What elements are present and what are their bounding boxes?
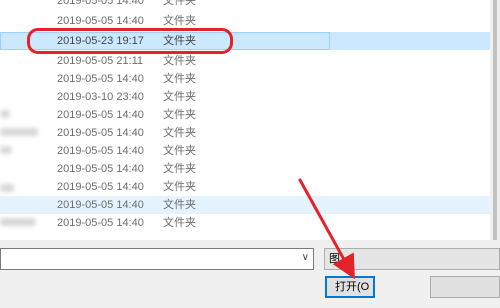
- annotation-arrow: [298, 178, 355, 280]
